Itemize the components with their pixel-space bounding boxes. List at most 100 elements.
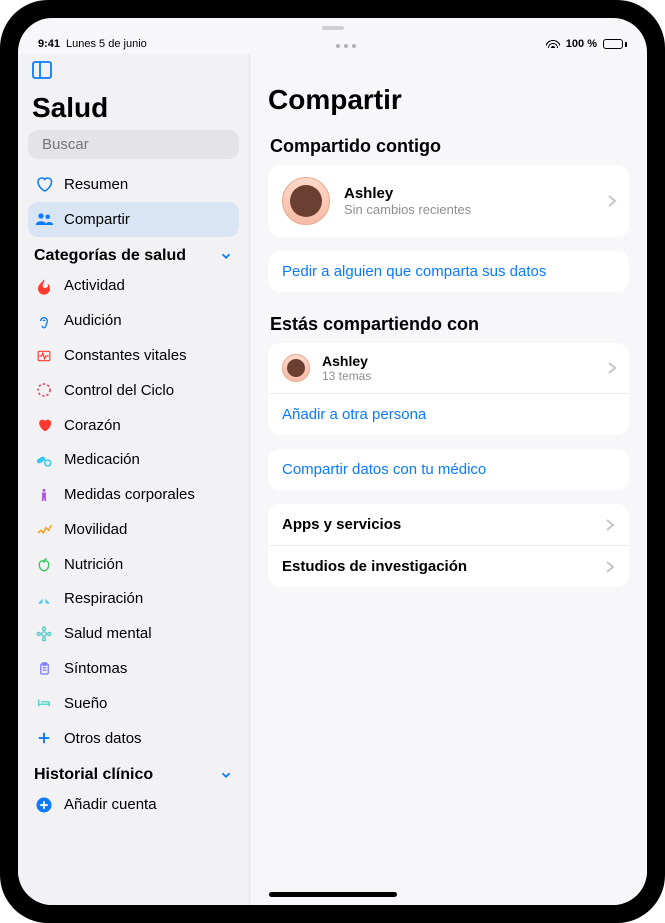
- sidebar-item[interactable]: Salud mental: [28, 616, 239, 651]
- cycle-icon: [34, 380, 54, 400]
- main-content: Compartir Compartido contigo Ashley Sin …: [250, 54, 647, 905]
- section-title: Categorías de salud: [34, 247, 186, 265]
- people-icon: [34, 209, 54, 229]
- card-ask-share: Pedir a alguien que comparta sus datos: [268, 251, 629, 292]
- chevron-right-icon: [605, 560, 615, 574]
- section-title: Historial clínico: [34, 766, 153, 784]
- sidebar-section-header[interactable]: Categorías de salud: [28, 237, 239, 269]
- body-icon: [34, 485, 54, 505]
- lungs-icon: [34, 589, 54, 609]
- sidebar-item-label: Medidas corporales: [64, 486, 195, 503]
- sidebar-item[interactable]: Actividad: [28, 269, 239, 304]
- sidebar-item-label: Compartir: [64, 211, 130, 228]
- plus-icon: [34, 728, 54, 748]
- clip-icon: [34, 659, 54, 679]
- ask-share-link[interactable]: Pedir a alguien que comparta sus datos: [268, 251, 629, 292]
- status-time: 9:41: [38, 38, 60, 50]
- ecg-icon: [34, 346, 54, 366]
- status-date: Lunes 5 de junio: [66, 38, 147, 50]
- sidebar-item[interactable]: Añadir cuenta: [28, 788, 239, 823]
- toggle-sidebar-button[interactable]: [30, 58, 58, 86]
- chevron-right-icon: [605, 518, 615, 532]
- sidebar-title: Salud: [28, 90, 239, 130]
- chevron-down-icon: [219, 768, 233, 782]
- contact-sub: Sin cambios recientes: [344, 202, 471, 217]
- sidebar-item[interactable]: Corazón: [28, 408, 239, 443]
- status-bar: 9:41 Lunes 5 de junio 100 %: [18, 30, 647, 54]
- search-field[interactable]: [28, 130, 239, 159]
- sidebar-item-label: Añadir cuenta: [64, 796, 157, 813]
- flame-icon: [34, 276, 54, 296]
- sidebar-section-header[interactable]: Historial clínico: [28, 756, 239, 788]
- sidebar-item-label: Actividad: [64, 277, 125, 294]
- chevron-right-icon: [607, 361, 617, 375]
- bed-icon: [34, 693, 54, 713]
- sidebar-item[interactable]: Respiración: [28, 582, 239, 617]
- contact-sub: 13 temas: [322, 369, 371, 383]
- share-doctor-link[interactable]: Compartir datos con tu médico: [268, 449, 629, 490]
- sidebar-item[interactable]: Medidas corporales: [28, 477, 239, 512]
- battery-icon: [603, 39, 627, 49]
- sidebar-item-label: Constantes vitales: [64, 347, 187, 364]
- multitasking-icon[interactable]: [336, 40, 356, 48]
- walk-icon: [34, 519, 54, 539]
- sidebar-item-label: Respiración: [64, 590, 143, 607]
- row-label: Estudios de investigación: [282, 558, 467, 575]
- card-more: Apps y servicios Estudios de investigaci…: [268, 504, 629, 587]
- apps-services-row[interactable]: Apps y servicios: [268, 504, 629, 545]
- you-share-contact-row[interactable]: Ashley 13 temas: [268, 343, 629, 393]
- card-you-share: Ashley 13 temas Añadir a otra persona: [268, 343, 629, 435]
- avatar-icon: [282, 354, 310, 382]
- sidebar-item-label: Nutrición: [64, 556, 123, 573]
- card-shared-with-you: Ashley Sin cambios recientes: [268, 165, 629, 237]
- contact-name: Ashley: [344, 185, 471, 202]
- sidebar-item[interactable]: Audición: [28, 303, 239, 338]
- sidebar-item[interactable]: Síntomas: [28, 651, 239, 686]
- sidebar-item-label: Salud mental: [64, 625, 152, 642]
- sidebar-item-compartir[interactable]: Compartir: [28, 202, 239, 237]
- sidebar-item-label: Control del Ciclo: [64, 382, 174, 399]
- home-indicator[interactable]: [269, 892, 397, 897]
- section-you-share: Estás compartiendo con: [268, 306, 629, 343]
- heart-outline-icon: [34, 174, 54, 194]
- sidebar-item-label: Corazón: [64, 417, 121, 434]
- sidebar-item[interactable]: Otros datos: [28, 721, 239, 756]
- device-frame: 9:41 Lunes 5 de junio 100 % Salud: [0, 0, 665, 923]
- sidebar-item[interactable]: Nutrición: [28, 547, 239, 582]
- sidebar-item-label: Audición: [64, 312, 122, 329]
- chevron-right-icon: [607, 194, 617, 208]
- sidebar-item-label: Síntomas: [64, 660, 127, 677]
- sidebar-item-label: Resumen: [64, 176, 128, 193]
- pills-icon: [34, 450, 54, 470]
- battery-percent: 100 %: [566, 38, 597, 50]
- sidebar-item[interactable]: Control del Ciclo: [28, 373, 239, 408]
- research-row[interactable]: Estudios de investigación: [268, 545, 629, 587]
- chevron-down-icon: [219, 249, 233, 263]
- sidebar-item-resumen[interactable]: Resumen: [28, 167, 239, 202]
- sidebar-item-label: Otros datos: [64, 730, 142, 747]
- apple-icon: [34, 554, 54, 574]
- sidebar-item-label: Sueño: [64, 695, 107, 712]
- mind-icon: [34, 624, 54, 644]
- avatar-icon: [282, 177, 330, 225]
- sidebar-item[interactable]: Movilidad: [28, 512, 239, 547]
- ear-icon: [34, 311, 54, 331]
- row-label: Apps y servicios: [282, 516, 401, 533]
- add-person-link[interactable]: Añadir a otra persona: [268, 393, 629, 435]
- heart-icon: [34, 415, 54, 435]
- card-doctor: Compartir datos con tu médico: [268, 449, 629, 490]
- screen: 9:41 Lunes 5 de junio 100 % Salud: [18, 18, 647, 905]
- sidebar-item[interactable]: Medicación: [28, 442, 239, 477]
- wifi-icon: [546, 38, 560, 51]
- plus-fill-icon: [34, 795, 54, 815]
- sidebar-item[interactable]: Constantes vitales: [28, 338, 239, 373]
- sidebar-item-label: Medicación: [64, 451, 140, 468]
- sidebar: Salud Resumen Compartir Categorías de sal…: [18, 54, 250, 905]
- sidebar-item[interactable]: Sueño: [28, 686, 239, 721]
- page-title: Compartir: [268, 54, 629, 128]
- sidebar-item-label: Movilidad: [64, 521, 127, 538]
- search-input[interactable]: [42, 136, 241, 153]
- contact-name: Ashley: [322, 353, 371, 369]
- section-shared-with-you: Compartido contigo: [268, 128, 629, 165]
- shared-contact-row[interactable]: Ashley Sin cambios recientes: [268, 165, 629, 237]
